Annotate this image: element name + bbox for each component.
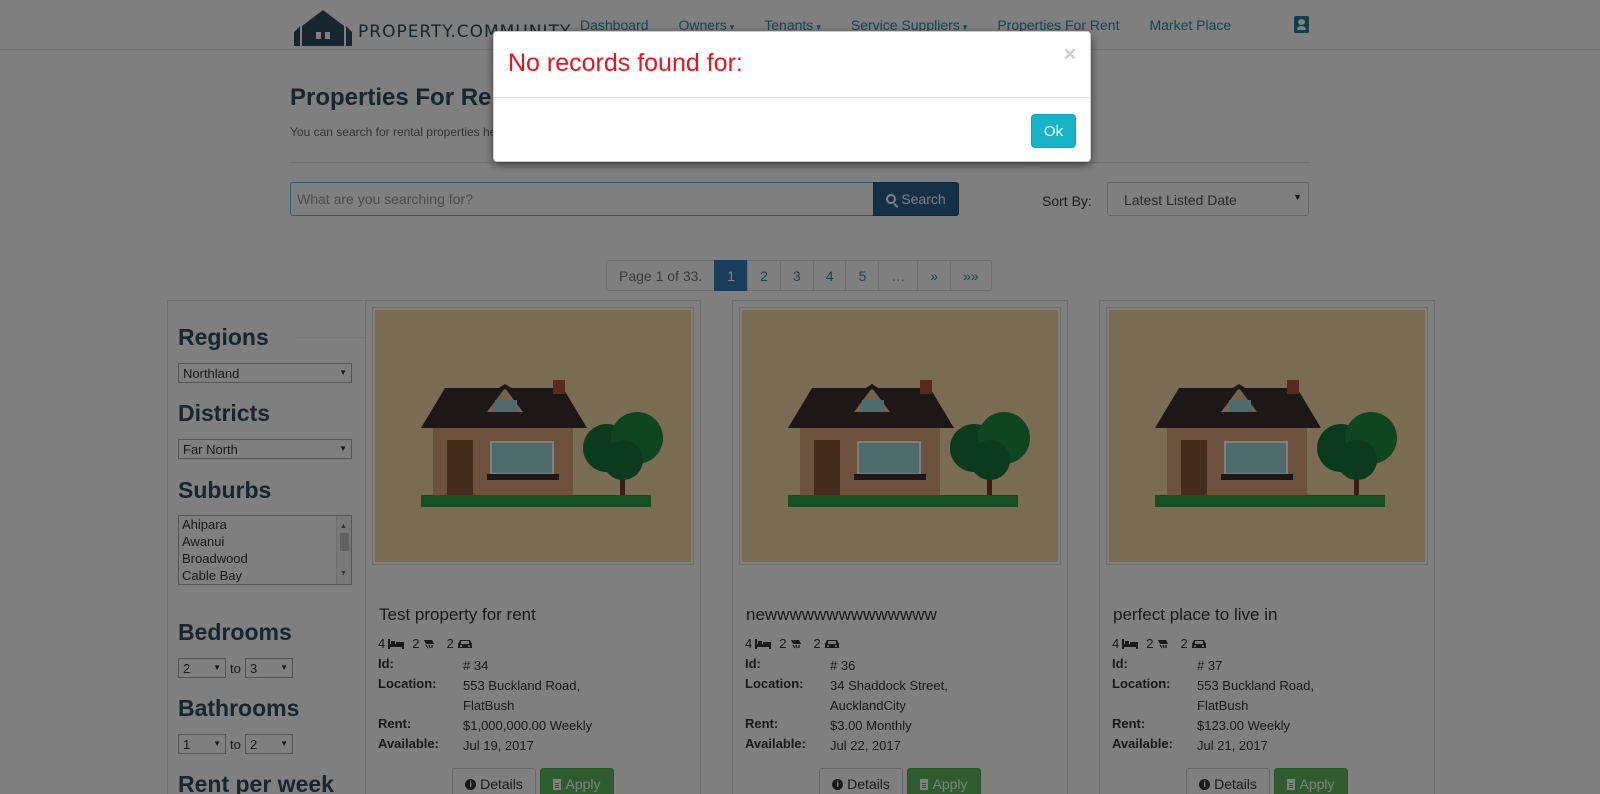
no-records-dialog: No records found for: × Ok [493,31,1091,162]
ok-button[interactable]: Ok [1031,114,1076,148]
dialog-divider [494,97,1090,98]
dialog-title: No records found for: [508,49,743,77]
close-icon[interactable]: × [1064,44,1076,65]
